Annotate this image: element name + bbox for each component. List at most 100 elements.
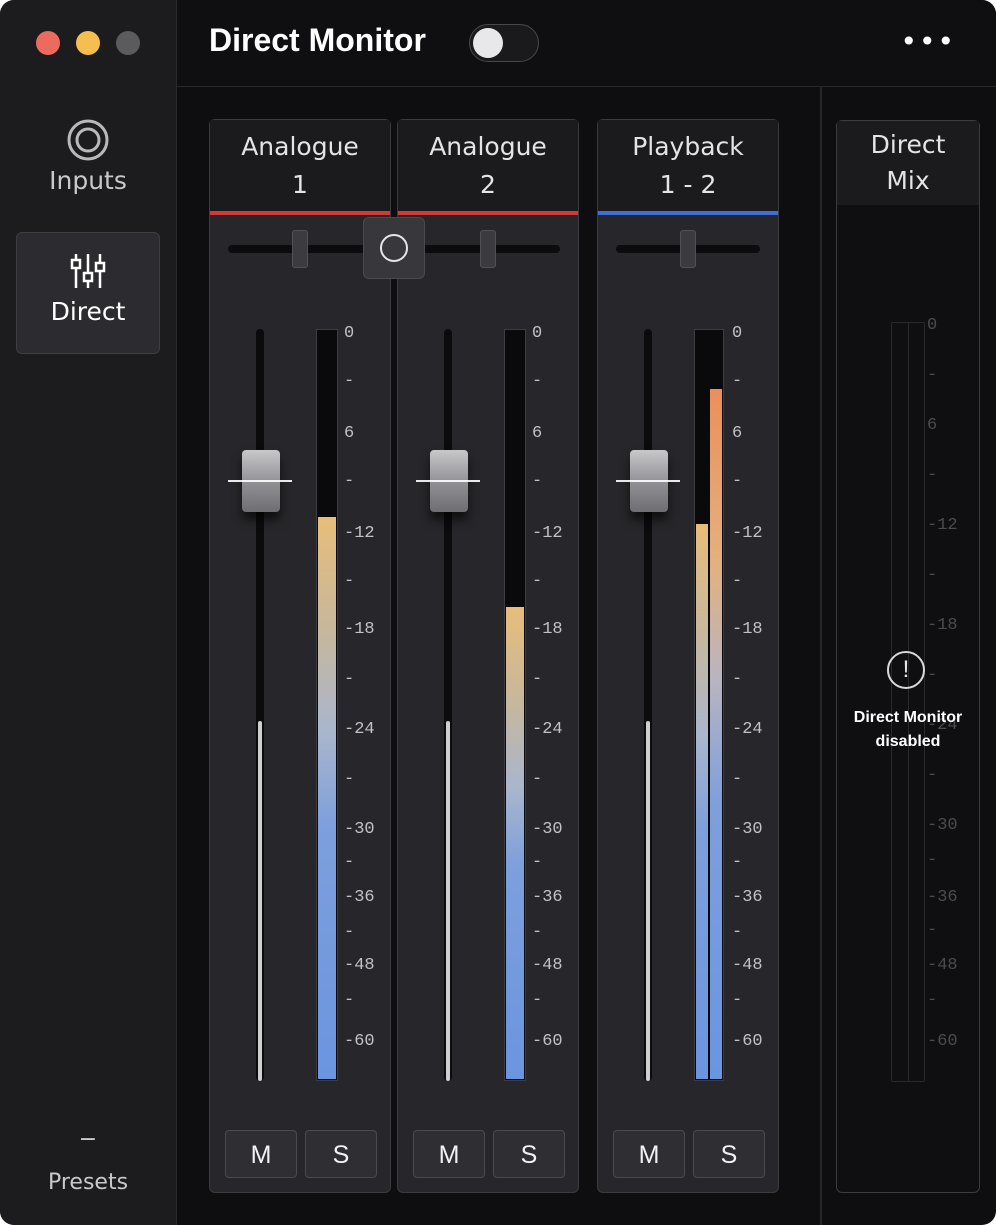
pan-knob[interactable] bbox=[680, 230, 696, 268]
meter-scale-label: 0 bbox=[927, 316, 938, 335]
sidebar: Inputs Direct − Presets bbox=[0, 0, 177, 1225]
meter-scale-label: - bbox=[532, 572, 543, 591]
zoom-window-button[interactable] bbox=[116, 31, 140, 55]
fader-track[interactable] bbox=[444, 329, 452, 1081]
meter-scale-label: - bbox=[532, 853, 543, 872]
meter-scale-label: - bbox=[927, 566, 938, 585]
meter-scale-label: - bbox=[927, 366, 938, 385]
fader-fill bbox=[646, 721, 650, 1081]
meter-scale-label: - bbox=[927, 766, 938, 785]
meter-scale-label: - bbox=[344, 991, 355, 1010]
sidebar-item-label: Direct bbox=[50, 297, 126, 326]
minimize-window-button[interactable] bbox=[76, 31, 100, 55]
meter-divider bbox=[708, 330, 710, 1080]
channel-name-line1: Playback bbox=[632, 132, 744, 161]
meter-scale-label: -12 bbox=[532, 524, 563, 543]
meter-scale-label: - bbox=[344, 923, 355, 942]
meter-scale-label: -48 bbox=[532, 956, 563, 975]
channel-color-bar bbox=[598, 211, 778, 215]
exclamation-circle-icon: ! bbox=[887, 651, 925, 689]
meter-scale-label: - bbox=[927, 921, 938, 940]
meter-scale-label: - bbox=[532, 472, 543, 491]
channel-header: Playback 1 - 2 bbox=[598, 120, 778, 212]
meter-scale-label: -30 bbox=[732, 820, 763, 839]
section-divider bbox=[820, 86, 822, 1225]
meter-scale-label: - bbox=[532, 372, 543, 391]
stereo-link-button[interactable] bbox=[363, 217, 425, 279]
toggle-knob bbox=[473, 28, 503, 58]
fader-track[interactable] bbox=[644, 329, 652, 1081]
meter-scale-label: -18 bbox=[732, 620, 763, 639]
meter-scale-label: -60 bbox=[927, 1032, 958, 1051]
meter-scale-label: - bbox=[532, 670, 543, 689]
solo-button[interactable]: S bbox=[693, 1130, 765, 1178]
meter-scale-label: 6 bbox=[344, 424, 355, 443]
meter-scale-label: -60 bbox=[532, 1032, 563, 1051]
solo-button[interactable]: S bbox=[493, 1130, 565, 1178]
level-meter-left bbox=[696, 524, 708, 1079]
meter-scale-label: -24 bbox=[732, 720, 763, 739]
mute-button[interactable]: M bbox=[225, 1130, 297, 1178]
meter-scale-label: -60 bbox=[344, 1032, 375, 1051]
page-title: Direct Monitor bbox=[209, 22, 426, 58]
mute-button[interactable]: M bbox=[613, 1130, 685, 1178]
meter-scale-label: -18 bbox=[532, 620, 563, 639]
channel-name-line1: Analogue bbox=[429, 132, 547, 161]
level-meter-fill bbox=[318, 516, 336, 1079]
meter-scale-label: 6 bbox=[927, 416, 938, 435]
meter-scale-label: -12 bbox=[344, 524, 375, 543]
direct-mix-meter bbox=[891, 322, 925, 1082]
direct-monitor-toggle[interactable] bbox=[469, 24, 539, 62]
meter-scale-label: -60 bbox=[732, 1032, 763, 1051]
presets-label: Presets bbox=[47, 1170, 129, 1195]
pan-knob[interactable] bbox=[292, 230, 308, 268]
meter-scale-label: - bbox=[344, 670, 355, 689]
mute-button[interactable]: M bbox=[413, 1130, 485, 1178]
meter-scale-label: - bbox=[732, 923, 743, 942]
level-meter bbox=[504, 329, 526, 1081]
channel-name-line2: 1 bbox=[292, 170, 308, 199]
direct-monitor-disabled-message: Direct Monitor disabled bbox=[837, 706, 979, 754]
pan-knob[interactable] bbox=[480, 230, 496, 268]
direct-mix-header: Direct Mix bbox=[837, 121, 979, 205]
sidebar-item-presets[interactable]: − Presets bbox=[16, 1127, 160, 1196]
meter-scale-label: - bbox=[344, 372, 355, 391]
warning-line2: disabled bbox=[875, 733, 941, 750]
meter-scale-label: -36 bbox=[732, 888, 763, 907]
channel-name-line1: Analogue bbox=[241, 132, 359, 161]
close-window-button[interactable] bbox=[36, 31, 60, 55]
meter-scale-label: - bbox=[532, 770, 543, 789]
sidebar-item-inputs[interactable]: Inputs bbox=[16, 118, 160, 218]
meter-scale-label: - bbox=[532, 991, 543, 1010]
warning-line1: Direct Monitor bbox=[853, 709, 963, 726]
minus-icon: − bbox=[78, 1127, 98, 1152]
meter-scale-label: 0 bbox=[344, 324, 355, 343]
meter-scale-label: -30 bbox=[532, 820, 563, 839]
meter-scale-label: - bbox=[344, 770, 355, 789]
meter-scale-label: - bbox=[732, 853, 743, 872]
header: Direct Monitor ••• bbox=[177, 0, 996, 87]
channel-strip: Analogue 2 0 - 6 - -12 - -18 - -24 - -30 - -36 - -48 - -60… bbox=[397, 119, 579, 1193]
meter-scale-label: - bbox=[732, 770, 743, 789]
meter-scale-label: - bbox=[927, 851, 938, 870]
fader-fill bbox=[446, 721, 450, 1081]
more-horizontal-icon[interactable]: ••• bbox=[900, 28, 956, 56]
meter-scale-label: -36 bbox=[927, 888, 958, 907]
fader-track[interactable] bbox=[256, 329, 264, 1081]
meter-scale-label: -30 bbox=[927, 816, 958, 835]
input-ring-icon bbox=[67, 119, 109, 161]
fader-unity-mark bbox=[616, 480, 680, 482]
meter-scale-label: -48 bbox=[344, 956, 375, 975]
solo-button[interactable]: S bbox=[305, 1130, 377, 1178]
channel-name-line2: 1 - 2 bbox=[659, 170, 717, 199]
link-ring-icon bbox=[380, 234, 408, 262]
sidebar-item-direct[interactable]: Direct bbox=[16, 232, 160, 354]
meter-scale-label: -48 bbox=[732, 956, 763, 975]
meter-scale-label: -48 bbox=[927, 956, 958, 975]
fader-unity-mark bbox=[416, 480, 480, 482]
meter-scale-label: -36 bbox=[344, 888, 375, 907]
direct-mix-title-line2: Mix bbox=[886, 166, 930, 195]
fader-unity-mark bbox=[228, 480, 292, 482]
meter-scale-label: - bbox=[732, 572, 743, 591]
meter-scale-label: - bbox=[732, 372, 743, 391]
